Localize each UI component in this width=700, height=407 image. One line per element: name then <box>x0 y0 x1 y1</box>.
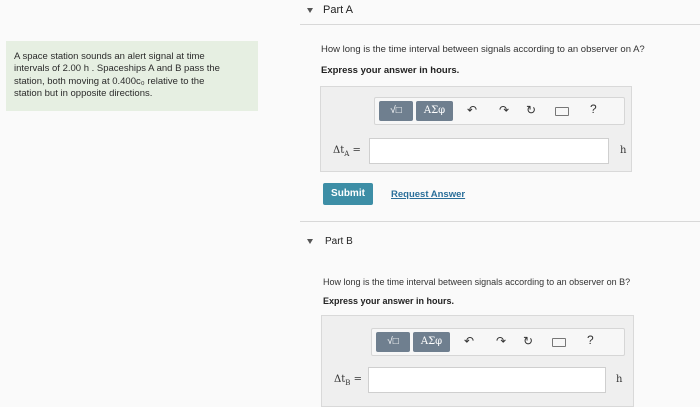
part-a-title: Part A <box>323 4 353 16</box>
problem-statement: A space station sounds an alert signal a… <box>6 41 258 111</box>
part-a-var: Δt <box>333 145 345 156</box>
reset-icon[interactable]: ↻ <box>521 334 535 348</box>
part-a-variable-label: ΔtA = <box>333 145 361 158</box>
part-b-var-sub: B <box>345 379 351 387</box>
part-b-answer-input[interactable] <box>368 367 606 393</box>
part-b-math-toolbar: √□ ΑΣφ ↶ ↷ ↻ ? <box>371 328 625 356</box>
help-icon[interactable]: ? <box>590 102 597 116</box>
problem-line-3: station, both moving at 0.400c₀ relative… <box>14 75 205 87</box>
part-a-answer-input[interactable] <box>369 138 609 164</box>
part-a-math-toolbar: √□ ΑΣφ ↶ ↷ ↻ ? <box>374 97 625 125</box>
templates-button[interactable]: √□ <box>379 101 413 121</box>
part-a-collapse-icon[interactable] <box>307 8 313 13</box>
part-b-variable-label: ΔtB = <box>334 374 362 387</box>
request-answer-link[interactable]: Request Answer <box>391 189 465 200</box>
part-b-question: How long is the time interval between si… <box>323 277 631 287</box>
help-icon[interactable]: ? <box>587 333 594 347</box>
undo-icon[interactable]: ↶ <box>462 334 476 348</box>
part-b-equals: = <box>353 374 362 385</box>
part-a-instruction: Express your answer in hours. <box>321 65 460 76</box>
templates-button[interactable]: √□ <box>376 332 410 352</box>
reset-icon[interactable]: ↻ <box>524 103 538 117</box>
part-b-unit: h <box>616 374 623 385</box>
symbols-button[interactable]: ΑΣφ <box>416 101 453 121</box>
part-b-answer-area: √□ ΑΣφ ↶ ↷ ↻ ? ΔtB = h <box>321 315 634 407</box>
submit-button[interactable]: Submit <box>323 183 373 205</box>
problem-line-4: station but in opposite directions. <box>14 88 153 100</box>
undo-icon[interactable]: ↶ <box>465 103 479 117</box>
problem-line-1: A space station sounds an alert signal a… <box>14 51 205 62</box>
redo-icon[interactable]: ↷ <box>497 103 511 117</box>
part-b-instruction: Express your answer in hours. <box>323 296 455 306</box>
part-b-var: Δt <box>334 374 346 385</box>
part-b-title: Part B <box>325 236 353 247</box>
problem-line-2: intervals of 2.00 h . Spaceships A and B… <box>14 63 220 75</box>
part-b-divider <box>300 221 700 222</box>
part-a-var-sub: A <box>344 150 350 158</box>
part-a-unit: h <box>620 145 627 156</box>
part-b-collapse-icon[interactable] <box>307 239 313 244</box>
part-a-question: How long is the time interval between si… <box>321 44 645 55</box>
redo-icon[interactable]: ↷ <box>494 334 508 348</box>
part-a-divider <box>300 24 700 25</box>
keyboard-icon[interactable] <box>555 107 569 116</box>
keyboard-icon[interactable] <box>552 338 566 347</box>
part-a-equals: = <box>352 145 361 156</box>
part-a-answer-area: √□ ΑΣφ ↶ ↷ ↻ ? ΔtA = h <box>320 86 632 172</box>
symbols-button[interactable]: ΑΣφ <box>413 332 450 352</box>
